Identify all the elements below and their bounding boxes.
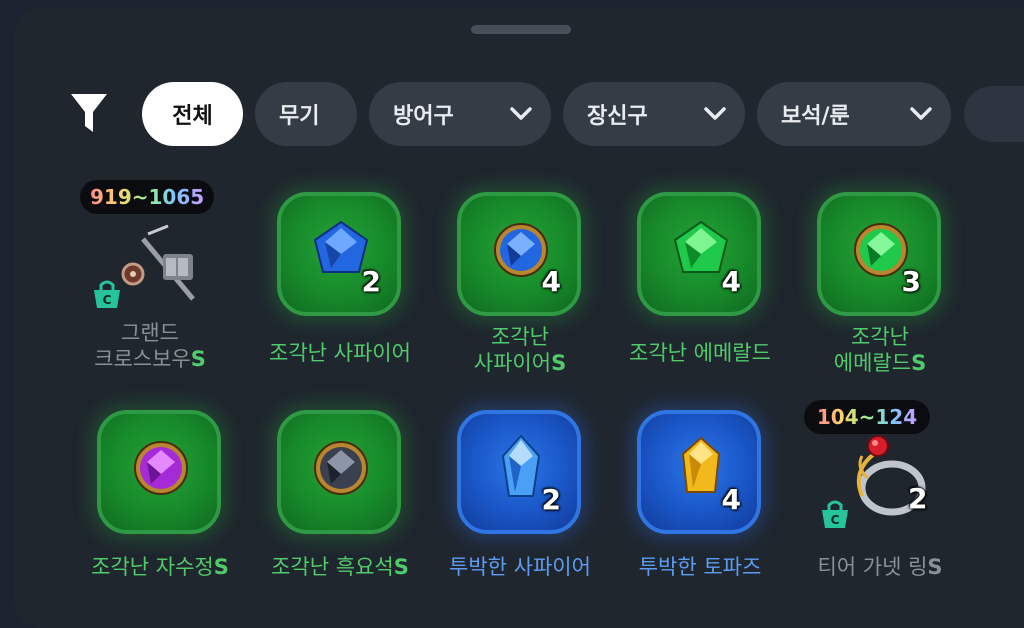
chevron-down-icon	[910, 107, 932, 120]
item-slot[interactable]: 3 조각난 에메랄드S	[790, 172, 970, 382]
item-tile	[97, 410, 221, 534]
filter-icon[interactable]	[70, 92, 108, 134]
tab-all[interactable]: 전체	[142, 82, 243, 146]
svg-text:C: C	[831, 513, 840, 527]
shop-bag-icon: C	[94, 280, 120, 308]
item-count: 2	[361, 265, 381, 298]
item-tile: 4	[457, 192, 581, 316]
item-name: 그랜드 크로스보우S	[94, 321, 206, 371]
item-slot[interactable]: 조각난 자수정S	[70, 390, 250, 600]
tab-accessory[interactable]: 장신구	[563, 82, 745, 146]
level-range-badge: 919~1065	[80, 180, 214, 214]
tab-label: 보석/룬	[781, 104, 850, 129]
tab-label: 장신구	[587, 104, 648, 129]
item-tile: 4	[637, 410, 761, 534]
item-slot[interactable]: 104~124 2 C 티어 가넷 링S	[790, 390, 970, 600]
tab-gem-rune[interactable]: 보석/룬	[757, 82, 951, 146]
item-count: 4	[541, 265, 561, 298]
item-slot[interactable]: 919~1065 C 그랜드 크로스보우S	[60, 172, 240, 382]
item-name: 조각난 에메랄드S	[833, 325, 927, 375]
item-name: 티어 가넷 링S	[817, 555, 943, 579]
tab-label: 방어구	[393, 104, 454, 129]
amethyst-icon	[134, 441, 188, 495]
tab-label: 전체	[172, 104, 213, 129]
item-count: 3	[901, 265, 921, 298]
item-slot[interactable]: 조각난 흑요석S	[250, 390, 430, 600]
item-slot[interactable]: 2 조각난 사파이어	[250, 172, 430, 382]
item-slot[interactable]: 2 투박한 사파이어	[430, 390, 610, 600]
item-count: 4	[721, 483, 741, 516]
item-tile: 4	[637, 192, 761, 316]
svg-text:C: C	[103, 293, 112, 307]
tab-label: 무기	[279, 104, 320, 129]
drag-handle[interactable]	[471, 25, 571, 34]
item-tile: 2	[457, 410, 581, 534]
chevron-down-icon	[510, 107, 532, 120]
item-tile	[277, 410, 401, 534]
item-slot[interactable]: 4 조각난 에메랄드	[610, 172, 790, 382]
item-slot[interactable]: 4 조각난 사파이어S	[430, 172, 610, 382]
tab-weapon[interactable]: 무기	[255, 82, 357, 146]
item-count: 2	[541, 483, 561, 516]
tab-armor[interactable]: 방어구	[369, 82, 551, 146]
tab-more[interactable]	[964, 86, 1024, 142]
shop-bag-icon: C	[822, 500, 848, 528]
item-count: 4	[721, 265, 741, 298]
item-tile: 3	[817, 192, 941, 316]
item-tile: 2	[277, 192, 401, 316]
obsidian-icon	[314, 441, 368, 495]
chevron-down-icon	[704, 107, 726, 120]
item-slot[interactable]: 4 투박한 토파즈	[610, 390, 790, 600]
item-count: 2	[908, 482, 928, 515]
